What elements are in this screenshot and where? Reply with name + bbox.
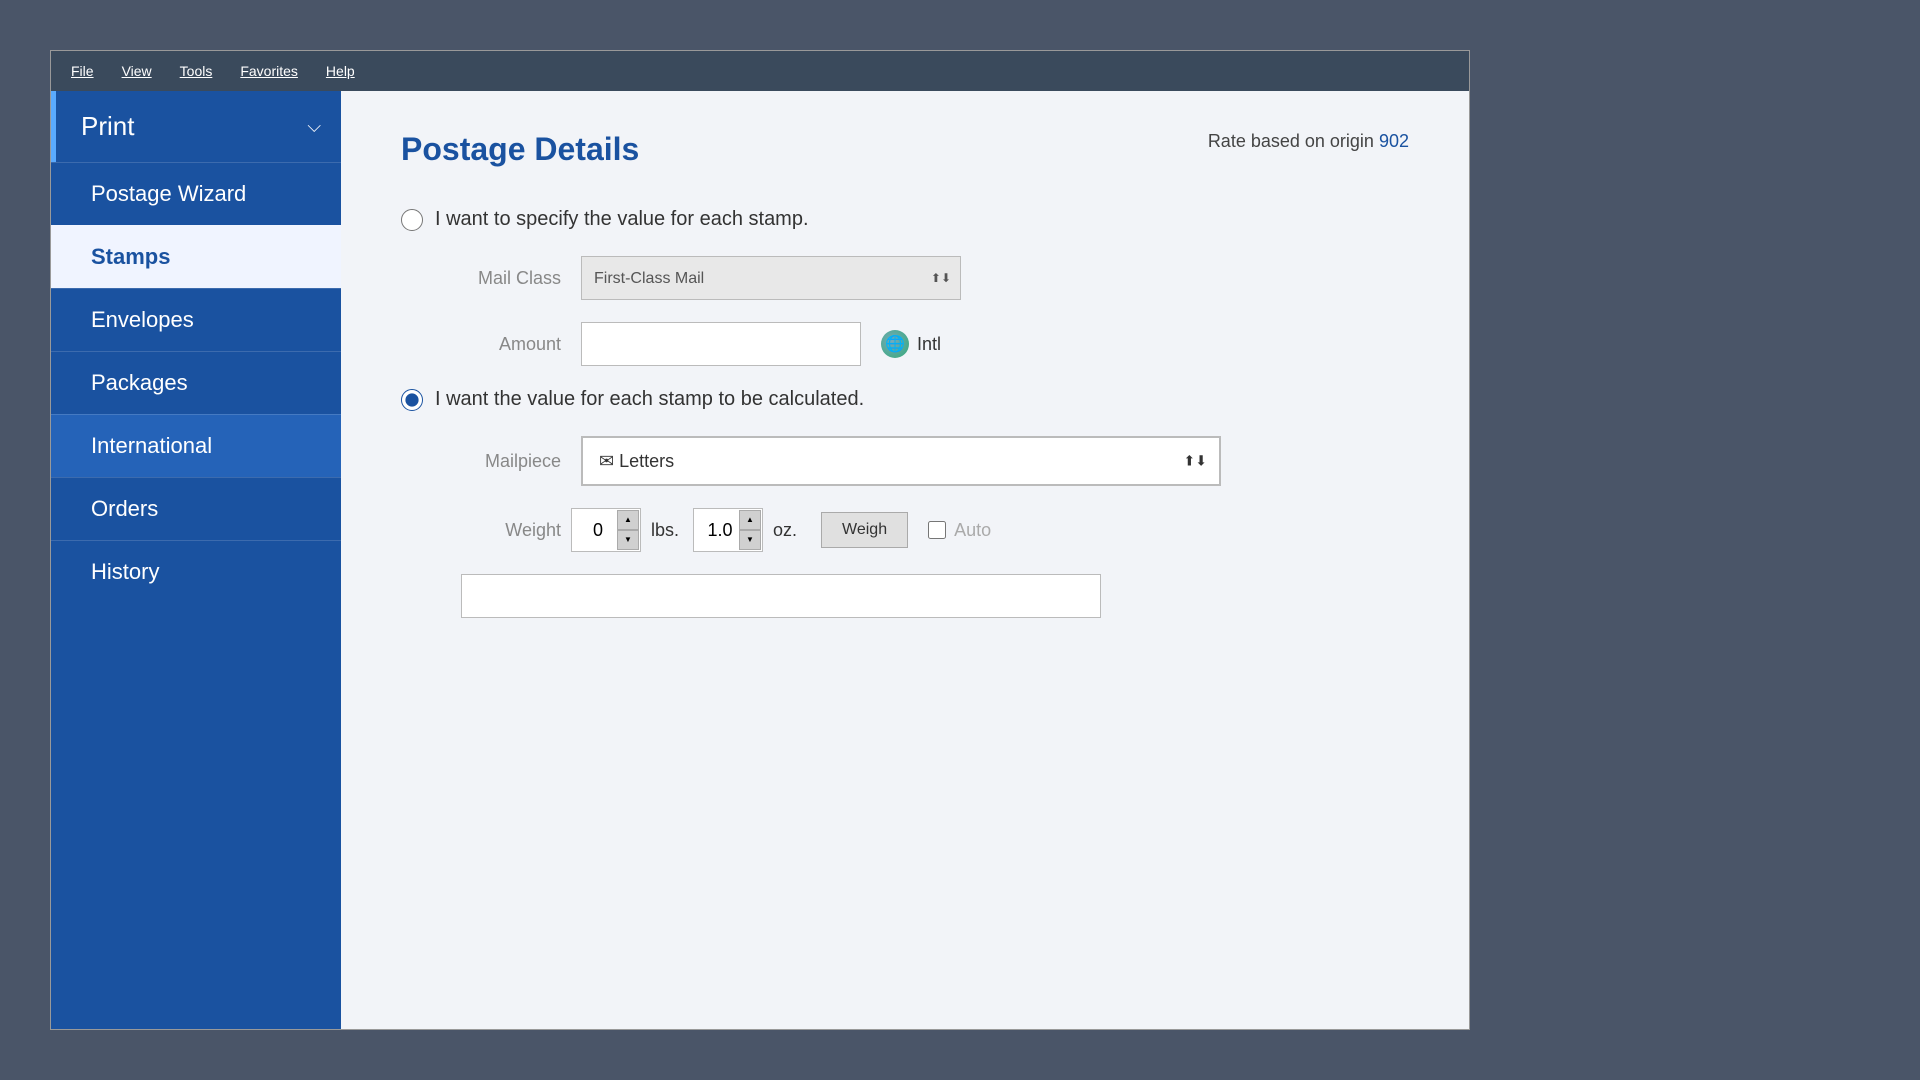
weight-lbs-down[interactable]: ▼ xyxy=(617,530,639,550)
rate-info-text: Rate based on origin xyxy=(1208,131,1374,151)
sidebar-item-history[interactable]: History xyxy=(51,540,341,603)
rate-info: Rate based on origin 902 xyxy=(1208,131,1409,152)
auto-label: Auto xyxy=(954,520,991,541)
weight-lbs-up[interactable]: ▲ xyxy=(617,510,639,530)
mail-class-label: Mail Class xyxy=(461,268,561,289)
weight-lbs-wrapper: 0 ▲ ▼ xyxy=(571,508,641,552)
app-window: File View Tools Favorites Help Print ⌵ P… xyxy=(50,50,1470,1030)
globe-icon: 🌐 xyxy=(881,330,909,358)
menu-favorites[interactable]: Favorites xyxy=(236,61,302,81)
page-title: Postage Details xyxy=(401,131,639,168)
radio-specify-value-row: I want to specify the value for each sta… xyxy=(401,208,1409,231)
mail-class-select[interactable]: First-Class Mail Priority Mail Media Mai… xyxy=(581,256,961,300)
weight-oz-spinner: ▲ ▼ xyxy=(739,510,761,550)
oz-unit-label: oz. xyxy=(773,520,797,541)
radio-calculated[interactable] xyxy=(401,389,423,411)
chevron-down-icon: ⌵ xyxy=(307,116,321,137)
page-header: Postage Details Rate based on origin 902 xyxy=(401,131,1409,168)
weight-row: Weight 0 ▲ ▼ lbs. 1.0 ▲ xyxy=(461,508,1409,552)
menu-bar: File View Tools Favorites Help xyxy=(51,51,1469,91)
mail-class-select-wrapper: First-Class Mail Priority Mail Media Mai… xyxy=(581,256,961,300)
sidebar: Print ⌵ Postage Wizard Stamps Envelopes … xyxy=(51,91,341,1029)
partial-input xyxy=(461,574,1101,618)
weight-lbs-spinner: ▲ ▼ xyxy=(617,510,639,550)
main-content: Print ⌵ Postage Wizard Stamps Envelopes … xyxy=(51,91,1469,1029)
weight-oz-group: 1.0 ▲ ▼ oz. xyxy=(693,508,801,552)
amount-input[interactable] xyxy=(581,322,861,366)
radio-specify-value[interactable] xyxy=(401,209,423,231)
mailpiece-select-wrapper: ✉ Letters Large Envelopes Packages Large… xyxy=(581,436,1221,486)
sidebar-item-envelopes[interactable]: Envelopes xyxy=(51,288,341,351)
menu-help[interactable]: Help xyxy=(322,61,359,81)
weight-lbs-group: 0 ▲ ▼ lbs. xyxy=(571,508,683,552)
radio-calculated-label: I want the value for each stamp to be ca… xyxy=(435,388,864,411)
weight-oz-wrapper: 1.0 ▲ ▼ xyxy=(693,508,763,552)
auto-section: Auto xyxy=(928,520,991,541)
weight-oz-up[interactable]: ▲ xyxy=(739,510,761,530)
amount-row: Amount 🌐 Intl xyxy=(461,322,1409,366)
radio-specify-value-label: I want to specify the value for each sta… xyxy=(435,208,809,231)
intl-label: Intl xyxy=(917,334,941,355)
sidebar-item-packages[interactable]: Packages xyxy=(51,351,341,414)
menu-tools[interactable]: Tools xyxy=(176,61,217,81)
weight-oz-down[interactable]: ▼ xyxy=(739,530,761,550)
menu-file[interactable]: File xyxy=(67,61,98,81)
weight-label: Weight xyxy=(461,520,561,541)
radio-calculated-row: I want the value for each stamp to be ca… xyxy=(401,388,1409,411)
sidebar-item-international[interactable]: International xyxy=(51,414,341,477)
amount-label: Amount xyxy=(461,334,561,355)
partial-row xyxy=(461,574,1409,618)
sidebar-header-print[interactable]: Print ⌵ xyxy=(51,91,341,162)
sidebar-header-label: Print xyxy=(81,111,134,142)
weigh-button[interactable]: Weigh xyxy=(821,512,908,548)
rate-origin-link[interactable]: 902 xyxy=(1379,131,1409,151)
sidebar-item-stamps[interactable]: Stamps xyxy=(51,225,341,288)
mailpiece-select[interactable]: ✉ Letters Large Envelopes Packages Large… xyxy=(581,436,1221,486)
lbs-unit-label: lbs. xyxy=(651,520,679,541)
mail-class-row: Mail Class First-Class Mail Priority Mai… xyxy=(461,256,1409,300)
menu-view[interactable]: View xyxy=(118,61,156,81)
sidebar-item-postage-wizard[interactable]: Postage Wizard xyxy=(51,162,341,225)
mailpiece-row: Mailpiece ✉ Letters Large Envelopes Pack… xyxy=(461,436,1409,486)
auto-checkbox[interactable] xyxy=(928,521,946,539)
mailpiece-label: Mailpiece xyxy=(461,451,561,472)
intl-button[interactable]: 🌐 Intl xyxy=(881,330,941,358)
right-content: Postage Details Rate based on origin 902… xyxy=(341,91,1469,1029)
sidebar-item-orders[interactable]: Orders xyxy=(51,477,341,540)
